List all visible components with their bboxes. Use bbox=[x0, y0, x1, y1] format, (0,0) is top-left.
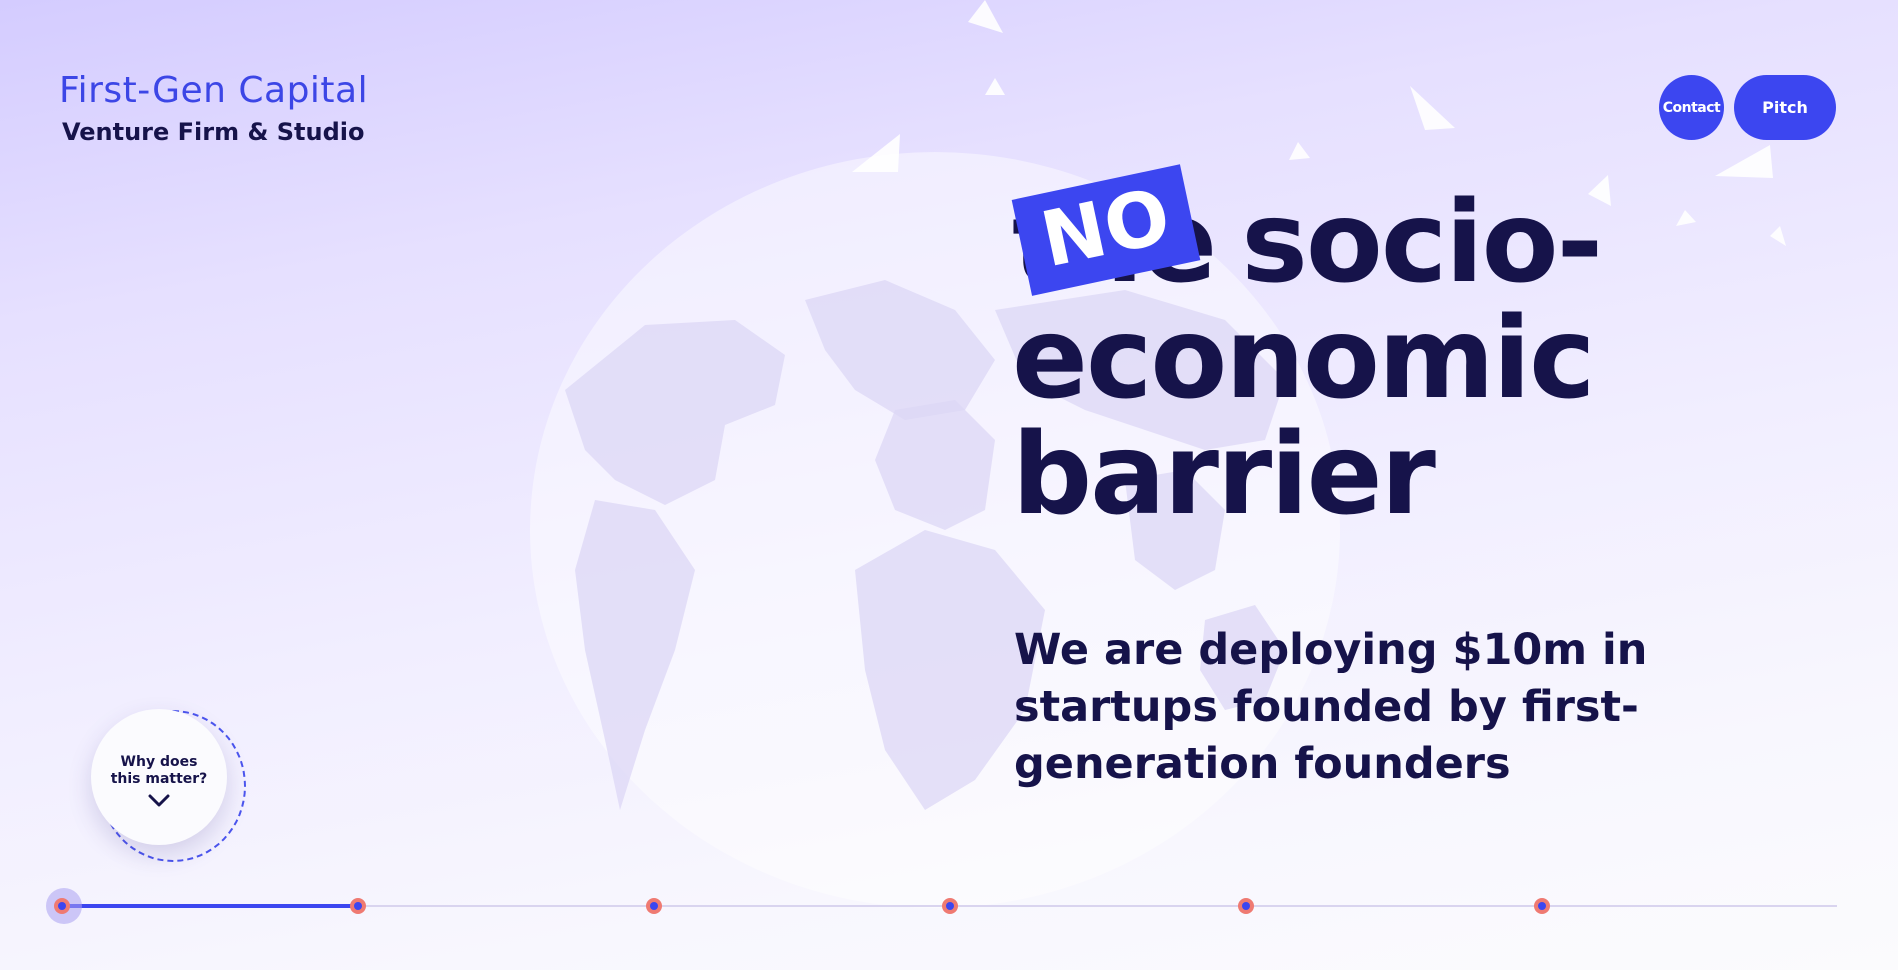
contact-button[interactable]: Contact bbox=[1659, 75, 1724, 140]
timeline-progress-fill bbox=[62, 904, 358, 908]
top-nav: Contact Pitch bbox=[1659, 75, 1836, 140]
headline-line-3: barrier bbox=[1012, 410, 1436, 540]
timeline-step-3[interactable] bbox=[646, 898, 662, 914]
hero-headline: theNOsocio- economic barrier bbox=[1011, 164, 1603, 540]
struck-word: theNO bbox=[1011, 164, 1217, 301]
brand-name[interactable]: First-Gen Capital bbox=[59, 68, 368, 114]
why-matter-button[interactable]: Why does this matter? bbox=[91, 709, 227, 845]
progress-timeline bbox=[46, 888, 1837, 924]
chevron-down-icon bbox=[148, 794, 170, 807]
timeline-step-5[interactable] bbox=[1238, 898, 1254, 914]
brand-tagline: Venture Firm & Studio bbox=[62, 118, 365, 146]
headline-line-2: economic bbox=[1012, 294, 1595, 424]
why-matter-label: Why does this matter? bbox=[110, 754, 208, 787]
hero-subheading: We are deploying $10m in startups founde… bbox=[1014, 625, 1648, 789]
brand: First-Gen Capital Venture Firm & Studio bbox=[59, 68, 368, 146]
headline-line-1: theNOsocio- bbox=[1011, 164, 1603, 301]
headline-word-socio: socio- bbox=[1241, 178, 1603, 308]
pitch-button[interactable]: Pitch bbox=[1734, 75, 1836, 140]
timeline-step-1[interactable] bbox=[54, 898, 70, 914]
timeline-step-2[interactable] bbox=[350, 898, 366, 914]
timeline-step-6[interactable] bbox=[1534, 898, 1550, 914]
timeline-step-4[interactable] bbox=[942, 898, 958, 914]
